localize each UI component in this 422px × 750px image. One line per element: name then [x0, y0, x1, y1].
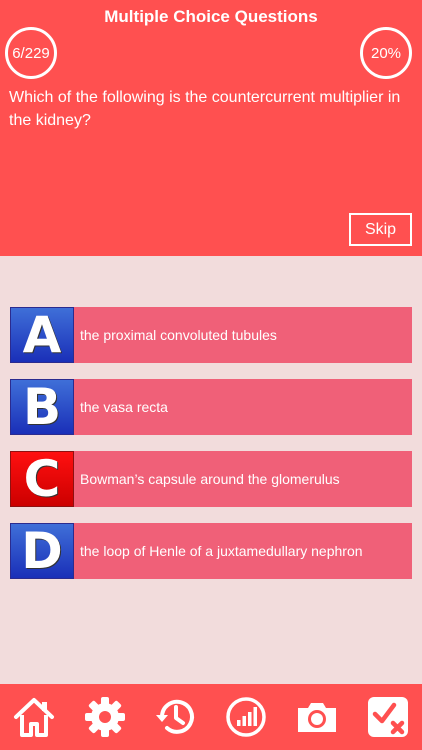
answer-text-c: Bowman’s capsule around the glomerulus [80, 471, 340, 487]
skip-button[interactable]: Skip [349, 213, 412, 246]
review-button[interactable] [364, 693, 412, 741]
answer-text-a: the proximal convoluted tubules [80, 327, 277, 343]
answer-letter-c: C [10, 450, 74, 508]
bottom-toolbar [0, 684, 422, 750]
page-title: Multiple Choice Questions [104, 7, 318, 26]
review-icon [367, 697, 408, 737]
history-button[interactable] [152, 693, 200, 741]
answer-option-c[interactable]: C Bowman’s capsule around the glomerulus [10, 450, 412, 508]
answer-text-b: the vasa recta [80, 399, 168, 415]
history-icon [155, 699, 194, 734]
home-icon [14, 698, 54, 737]
answer-option-b[interactable]: B the vasa recta [10, 378, 412, 436]
question-text: Which of the following is the countercur… [9, 89, 401, 129]
answer-option-d[interactable]: D the loop of Henle of a juxtamedullary … [10, 522, 412, 580]
stats-icon [226, 697, 267, 737]
answer-letter-d: D [10, 522, 74, 580]
camera-icon [298, 703, 337, 732]
gear-icon [84, 697, 125, 737]
settings-button[interactable] [81, 693, 129, 741]
answer-letter-b: B [10, 378, 74, 436]
camera-button[interactable] [293, 693, 341, 741]
score-percent-badge: 20% [360, 27, 412, 79]
answer-option-a[interactable]: A the proximal convoluted tubules [10, 306, 412, 364]
answer-text-d: the loop of Henle of a juxtamedullary ne… [80, 543, 363, 559]
answer-letter-a: A [10, 306, 74, 364]
progress-counter-badge: 6/229 [5, 27, 57, 79]
question-header: Multiple Choice Questions 6/229 20% Whic… [0, 0, 422, 256]
statistics-button[interactable] [222, 693, 270, 741]
home-button[interactable] [10, 693, 58, 741]
